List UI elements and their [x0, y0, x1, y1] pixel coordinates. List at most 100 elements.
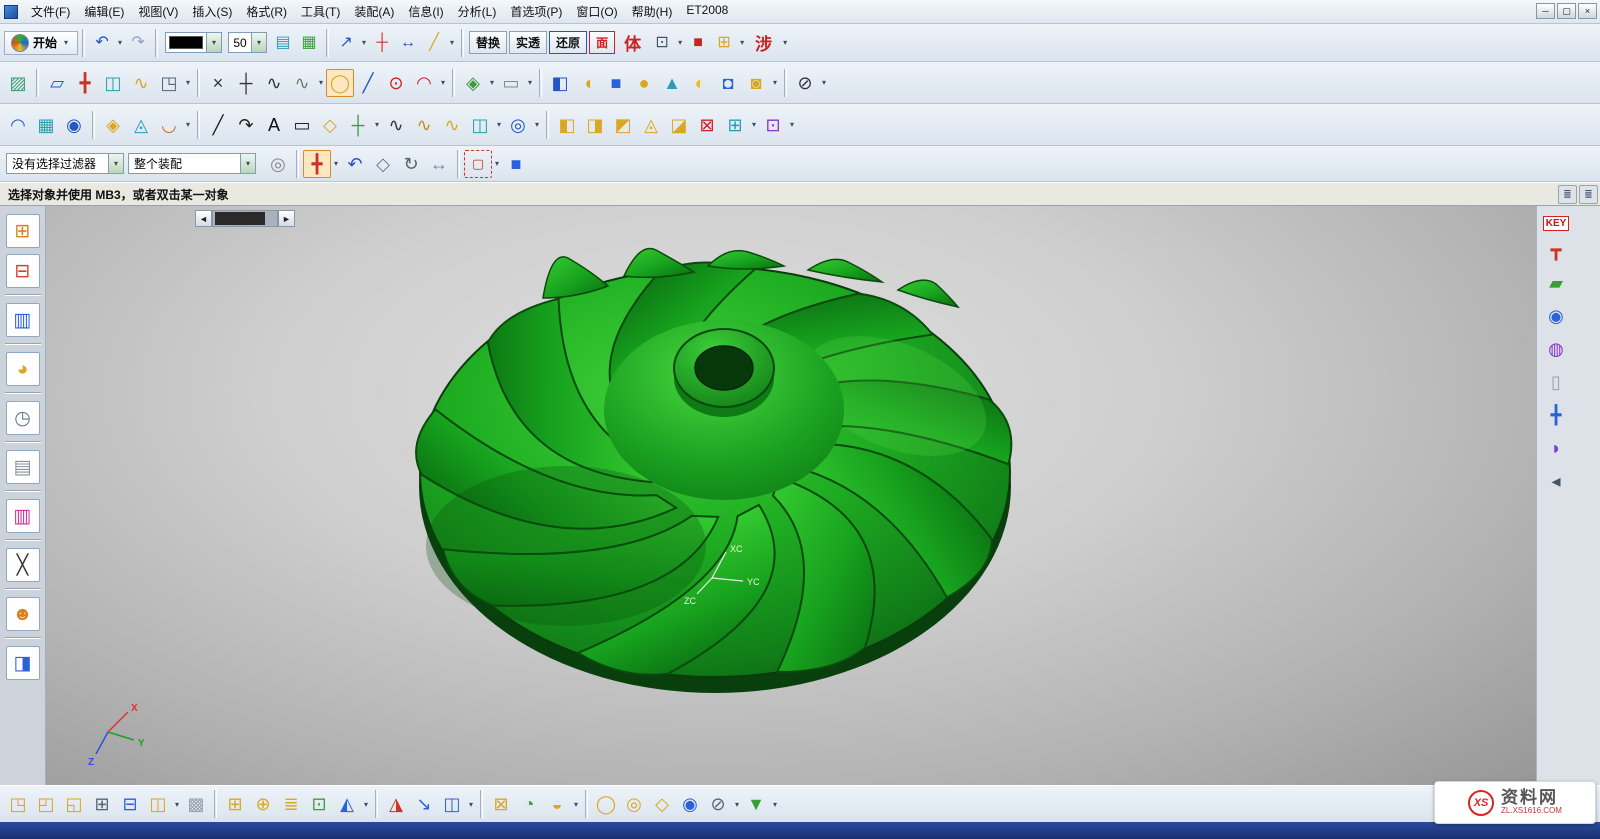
tools-sketch-icon[interactable]: ╳ — [6, 548, 40, 582]
sphere-palette-icon[interactable]: ◍ — [1542, 335, 1570, 363]
section-curve-icon[interactable]: ⊘ — [791, 69, 819, 97]
scroll-track[interactable] — [212, 210, 278, 227]
ruled-surface-icon[interactable]: ▦ — [32, 111, 60, 139]
menu-item[interactable]: 首选项(P) — [503, 1, 569, 22]
arrangements-icon-dropdown[interactable] — [571, 800, 581, 809]
sphere-icon[interactable]: ◐ — [686, 69, 714, 97]
n-sided-surface-icon[interactable]: ◬ — [127, 111, 155, 139]
snap-point-icon-dropdown[interactable] — [331, 159, 341, 168]
open-component-icon[interactable]: ◰ — [32, 790, 60, 818]
check-clearance-icon-dropdown[interactable] — [732, 800, 742, 809]
show-component-icon[interactable]: ⊞ — [88, 790, 116, 818]
tube-icon[interactable]: ◎ — [504, 111, 532, 139]
translucent-button[interactable]: 实透 — [509, 31, 547, 54]
prompt-dock-icon[interactable]: ≣ — [1579, 185, 1598, 204]
mirror-assembly-icon[interactable]: ◭ — [333, 790, 361, 818]
project-curve-icon-dropdown[interactable] — [494, 120, 504, 129]
csys-constructor-icon[interactable]: ┼ — [369, 30, 395, 56]
rectangle-select-icon-dropdown[interactable] — [492, 159, 502, 168]
hd3d-palette-icon[interactable]: ▥ — [6, 499, 40, 533]
swept-surface-icon[interactable]: ◈ — [99, 111, 127, 139]
start-dropdown[interactable] — [61, 38, 71, 47]
pan-view-icon[interactable]: ↔ — [425, 150, 453, 178]
standard-parts-icon[interactable]: ◉ — [1542, 302, 1570, 330]
cylinder-icon[interactable]: ● — [630, 69, 658, 97]
menu-item[interactable]: ET2008 — [679, 1, 735, 22]
patch-body-icon-dropdown[interactable] — [787, 120, 797, 129]
menu-item[interactable]: 装配(A) — [347, 1, 401, 22]
product-outline-icon-dropdown[interactable] — [172, 800, 182, 809]
constraint-navigator-icon[interactable]: ⊟ — [6, 254, 40, 288]
clipboard-icon[interactable]: ⊞ — [711, 30, 737, 56]
component-book-icon[interactable]: ◱ — [60, 790, 88, 818]
scroll-right-button[interactable]: ► — [278, 210, 295, 227]
wave-link-icon[interactable]: ◯ — [592, 790, 620, 818]
find-component-icon[interactable]: ◳ — [4, 790, 32, 818]
replace-button[interactable]: 替换 — [469, 31, 507, 54]
sketch-icon[interactable]: ▨ — [4, 69, 32, 97]
move-component-icon[interactable]: ↘ — [410, 790, 438, 818]
layer-settings-icon[interactable]: ▤ — [270, 30, 296, 56]
vector-constructor-icon-dropdown[interactable] — [359, 38, 369, 47]
scroll-thumb[interactable] — [215, 212, 265, 225]
red-block-icon[interactable]: ■ — [685, 30, 711, 56]
plane-grid-icon[interactable]: ◳ — [155, 69, 183, 97]
roles-icon[interactable]: ☻ — [6, 597, 40, 631]
selection-filter-combo[interactable]: 没有选择过滤器 — [6, 153, 124, 174]
arc-icon-dropdown[interactable] — [438, 78, 448, 87]
redo-icon[interactable]: ↷ — [125, 30, 151, 56]
project-curve-icon[interactable]: ◫ — [466, 111, 494, 139]
graphics-viewport[interactable]: ◄ ► — [46, 206, 1536, 785]
key-tool-icon[interactable]: KEY — [1543, 216, 1570, 231]
wave-geometry-icon[interactable]: ◎ — [620, 790, 648, 818]
menu-item[interactable]: 工具(T) — [294, 1, 347, 22]
spline-icon[interactable]: ∿ — [260, 69, 288, 97]
measure-distance-icon[interactable]: ↔ — [395, 30, 421, 56]
point-set-icon[interactable]: ┼ — [232, 69, 260, 97]
viewport-scrollbar[interactable]: ◄ ► — [195, 210, 295, 227]
assembly-info-icon[interactable]: ◉ — [676, 790, 704, 818]
maximize-button[interactable]: ▢ — [1557, 3, 1576, 19]
copy-display-icon-dropdown[interactable] — [675, 38, 685, 47]
studio-spline2-icon[interactable]: ∿ — [382, 111, 410, 139]
sheet-body-icon[interactable]: ▭ — [497, 69, 525, 97]
wireframe-box-icon[interactable]: ◇ — [369, 150, 397, 178]
polygon-icon[interactable]: ◇ — [316, 111, 344, 139]
text-icon[interactable]: A — [260, 111, 288, 139]
materials-icon[interactable]: ◨ — [6, 646, 40, 680]
selection-scope-combo[interactable]: 整个装配 — [128, 153, 256, 174]
pocket-icon-dropdown[interactable] — [770, 78, 780, 87]
curve-chain-icon[interactable]: ◯ — [326, 69, 354, 97]
point-constructor-icon-dropdown[interactable] — [372, 120, 382, 129]
history-icon[interactable]: ▤ — [6, 450, 40, 484]
pocket-icon[interactable]: ◙ — [742, 69, 770, 97]
replace-component-icon[interactable]: ◮ — [382, 790, 410, 818]
pocket-tool-icon[interactable]: ▯ — [1542, 368, 1570, 396]
menu-item[interactable]: 格式(R) — [239, 1, 294, 22]
ruler-icon-dropdown[interactable] — [447, 38, 457, 47]
arc-icon[interactable]: ◠ — [410, 69, 438, 97]
scroll-left-button[interactable]: ◄ — [195, 210, 212, 227]
sheet-body-icon-dropdown[interactable] — [525, 78, 535, 87]
undo-icon-dropdown[interactable] — [115, 38, 125, 47]
orient-view-icon[interactable]: ↶ — [341, 150, 369, 178]
selection-filter-dropdown[interactable] — [108, 154, 123, 173]
product-outline-icon[interactable]: ◫ — [144, 790, 172, 818]
update-structure-icon[interactable]: ▼ — [742, 790, 770, 818]
unite-boolean-icon-dropdown[interactable] — [487, 78, 497, 87]
add-component-icon[interactable]: ⊞ — [221, 790, 249, 818]
patch-body-icon[interactable]: ⊡ — [759, 111, 787, 139]
zoom-dropdown[interactable] — [251, 33, 266, 52]
collapse-panel-icon[interactable]: ◂ — [1542, 467, 1570, 495]
blend-surface-icon-dropdown[interactable] — [183, 120, 193, 129]
menu-item[interactable]: 窗口(O) — [569, 1, 624, 22]
studio-spline-icon[interactable]: ∿ — [288, 69, 316, 97]
vector-constructor-icon[interactable]: ↗ — [333, 30, 359, 56]
line-icon[interactable]: ╱ — [354, 69, 382, 97]
minimize-button[interactable]: ─ — [1536, 3, 1555, 19]
filter-gears-icon[interactable]: ◎ — [264, 150, 292, 178]
menu-item[interactable]: 插入(S) — [185, 1, 239, 22]
datum-axis-icon[interactable]: ◫ — [99, 69, 127, 97]
offset-surface-icon[interactable]: ◪ — [665, 111, 693, 139]
unite-boolean-icon[interactable]: ◈ — [459, 69, 487, 97]
